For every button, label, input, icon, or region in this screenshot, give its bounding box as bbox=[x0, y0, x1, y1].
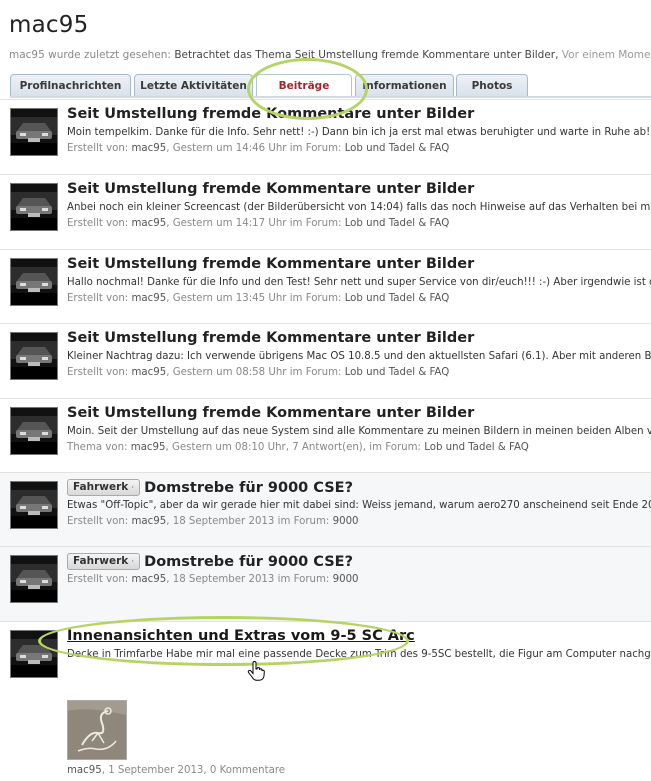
meta-time: , Gestern um 08:10 Uhr, 7 Antwort(en), i… bbox=[165, 442, 421, 453]
prefix-dot-icon: · bbox=[131, 483, 135, 493]
last-seen-line: mac95 wurde zuletzt gesehen: Betrachtet … bbox=[9, 49, 651, 61]
post-meta: Erstellt von: mac95, Gestern um 14:17 Uh… bbox=[67, 218, 449, 229]
last-seen-thread-link[interactable]: Seit Umstellung fremde Kommentare unter … bbox=[295, 49, 559, 61]
forum-link[interactable]: 9000 bbox=[333, 516, 359, 527]
tab-informationen[interactable]: Informationen bbox=[355, 74, 454, 96]
post-excerpt: Moin tempelkim. Danke für die Info. Sehr… bbox=[67, 127, 651, 138]
post-title-link[interactable]: Fahrwerk · Domstrebe für 9000 CSE? bbox=[67, 479, 353, 496]
avatar[interactable] bbox=[10, 407, 58, 455]
post-item: Seit Umstellung fremde Kommentare unter … bbox=[0, 398, 651, 472]
post-title-link[interactable]: Seit Umstellung fremde Kommentare unter … bbox=[67, 330, 474, 346]
meta-time: , 18 September 2013 im Forum: bbox=[166, 574, 330, 585]
meta-prefix: Erstellt von: bbox=[67, 293, 129, 304]
post-title-link[interactable]: Seit Umstellung fremde Kommentare unter … bbox=[67, 181, 474, 197]
avatar[interactable] bbox=[10, 630, 58, 678]
last-seen-prefix: mac95 wurde zuletzt gesehen: bbox=[9, 49, 171, 61]
attachment-thumbnail[interactable] bbox=[67, 700, 127, 760]
post-excerpt: Hallo nochmal! Danke für die Info und de… bbox=[67, 277, 651, 288]
forum-link[interactable]: Lob und Tadel & FAQ bbox=[345, 293, 450, 304]
prefix-label: Fahrwerk bbox=[73, 481, 129, 493]
meta-time: , Gestern um 14:17 Uhr im Forum: bbox=[166, 218, 342, 229]
avatar[interactable] bbox=[10, 481, 58, 529]
post-excerpt: Moin. Seit der Umstellung auf das neue S… bbox=[67, 426, 651, 437]
avatar[interactable] bbox=[10, 258, 58, 306]
post-title-link[interactable]: Innenansichten und Extras vom 9-5 SC Arc bbox=[67, 628, 415, 644]
hand-cursor-icon bbox=[247, 661, 265, 681]
prefix-dot-icon: · bbox=[131, 557, 135, 567]
post-item: Seit Umstellung fremde Kommentare unter … bbox=[0, 99, 651, 174]
tabs-divider bbox=[10, 96, 651, 98]
author-link[interactable]: mac95 bbox=[132, 293, 167, 304]
avatar[interactable] bbox=[10, 108, 58, 156]
avatar[interactable] bbox=[10, 555, 58, 603]
author-link[interactable]: mac95 bbox=[132, 367, 167, 378]
meta-prefix: Erstellt von: bbox=[67, 367, 129, 378]
meta-prefix: Thema von: bbox=[67, 442, 128, 453]
post-meta: Erstellt von: mac95, 18 September 2013 i… bbox=[67, 574, 359, 585]
meta-prefix: Erstellt von: bbox=[67, 218, 129, 229]
author-link[interactable]: mac95 bbox=[132, 574, 167, 585]
author-link[interactable]: mac95 bbox=[132, 143, 167, 154]
post-meta: Erstellt von: mac95, Gestern um 14:46 Uh… bbox=[67, 143, 449, 154]
author-link[interactable]: mac95 bbox=[132, 218, 167, 229]
post-title-link[interactable]: Fahrwerk · Domstrebe für 9000 CSE? bbox=[67, 553, 353, 570]
last-seen-action: Betrachtet das Thema bbox=[174, 49, 292, 61]
prefix-badge[interactable]: Fahrwerk · bbox=[67, 553, 141, 570]
post-meta: Erstellt von: mac95, 18 September 2013 i… bbox=[67, 516, 359, 527]
author-link[interactable]: mac95 bbox=[67, 765, 102, 776]
forum-link[interactable]: Lob und Tadel & FAQ bbox=[345, 218, 450, 229]
post-item: Seit Umstellung fremde Kommentare unter … bbox=[0, 174, 651, 249]
avatar[interactable] bbox=[10, 332, 58, 380]
post-item: Seit Umstellung fremde Kommentare unter … bbox=[0, 323, 651, 398]
post-title-link[interactable]: Seit Umstellung fremde Kommentare unter … bbox=[67, 106, 474, 122]
post-title-text: Domstrebe für 9000 CSE? bbox=[144, 554, 353, 570]
forum-link[interactable]: Lob und Tadel & FAQ bbox=[345, 367, 450, 378]
post-excerpt: Decke in Trimfarbe Habe mir mal eine pas… bbox=[67, 649, 651, 660]
post-item: Seit Umstellung fremde Kommentare unter … bbox=[0, 249, 651, 323]
post-excerpt: Kleiner Nachtrag dazu: Ich verwende übri… bbox=[67, 351, 651, 362]
prefix-label: Fahrwerk bbox=[73, 555, 129, 567]
post-meta: Erstellt von: mac95, Gestern um 13:45 Uh… bbox=[67, 293, 449, 304]
forum-link[interactable]: 9000 bbox=[333, 574, 359, 585]
author-link[interactable]: mac95 bbox=[132, 516, 167, 527]
post-item: Fahrwerk · Domstrebe für 9000 CSE? Etwas "… bbox=[0, 472, 651, 546]
post-meta: Erstellt von: mac95, Gestern um 08:58 Uh… bbox=[67, 367, 449, 378]
meta-time: , Gestern um 08:58 Uhr im Forum: bbox=[166, 367, 342, 378]
avatar[interactable] bbox=[10, 183, 58, 231]
post-item: Innenansichten und Extras vom 9-5 SC Arc… bbox=[0, 621, 651, 781]
post-excerpt: Anbei noch ein kleiner Screencast (der B… bbox=[67, 202, 651, 213]
meta-tail: , 1 September 2013, 0 Kommentare bbox=[101, 765, 286, 776]
meta-time: , 18 September 2013 im Forum: bbox=[166, 516, 330, 527]
post-excerpt: Etwas "Off-Topic", aber da wir gerade hi… bbox=[67, 500, 651, 511]
profile-tabs: Profilnachrichten Letzte Aktivitäten Bei… bbox=[10, 74, 651, 98]
tab-letzte-aktivitaeten[interactable]: Letzte Aktivitäten bbox=[134, 74, 253, 96]
post-title-text: Domstrebe für 9000 CSE? bbox=[144, 480, 353, 496]
meta-prefix: Erstellt von: bbox=[67, 143, 129, 154]
profile-username: mac95 bbox=[9, 12, 89, 38]
forum-link[interactable]: Lob und Tadel & FAQ bbox=[424, 442, 529, 453]
meta-prefix: Erstellt von: bbox=[67, 574, 129, 585]
last-seen-time: Vor einem Moment bbox=[561, 49, 651, 61]
meta-time: , Gestern um 14:46 Uhr im Forum: bbox=[166, 143, 342, 154]
post-title-link[interactable]: Seit Umstellung fremde Kommentare unter … bbox=[67, 405, 474, 421]
tab-profilnachrichten[interactable]: Profilnachrichten bbox=[10, 74, 131, 96]
forum-link[interactable]: Lob und Tadel & FAQ bbox=[345, 143, 450, 154]
author-link[interactable]: mac95 bbox=[131, 442, 166, 453]
meta-time: , Gestern um 13:45 Uhr im Forum: bbox=[166, 293, 342, 304]
post-meta: mac95, 1 September 2013, 0 Kommentare bbox=[67, 765, 285, 776]
post-meta: Thema von: mac95, Gestern um 08:10 Uhr, … bbox=[67, 442, 529, 453]
meta-prefix: Erstellt von: bbox=[67, 516, 129, 527]
prefix-badge[interactable]: Fahrwerk · bbox=[67, 479, 141, 496]
post-title-link[interactable]: Seit Umstellung fremde Kommentare unter … bbox=[67, 256, 474, 272]
post-item: Fahrwerk · Domstrebe für 9000 CSE? Erstell… bbox=[0, 546, 651, 621]
tab-photos[interactable]: Photos bbox=[456, 74, 528, 96]
tab-beitraege[interactable]: Beiträge bbox=[256, 74, 352, 98]
